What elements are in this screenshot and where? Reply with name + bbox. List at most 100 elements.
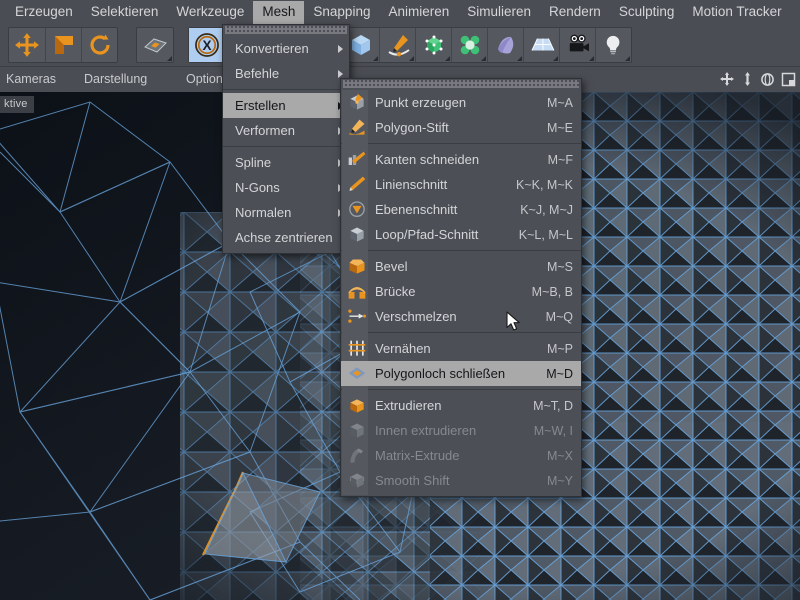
menubar-item-werkzeuge[interactable]: Werkzeuge bbox=[167, 1, 253, 24]
menubar-item-selektieren[interactable]: Selektieren bbox=[82, 1, 168, 24]
menu-item-matrix-extrude: Matrix-Extrude M~X bbox=[341, 443, 581, 468]
menu-item-loop-pfad-schnitt[interactable]: Loop/Pfad-Schnitt K~L, M~L bbox=[341, 222, 581, 247]
mesh-dropdown-menu[interactable]: Konvertieren Befehle Erstellen Verformen Spl… bbox=[222, 24, 350, 254]
menu-item-verschmelzen[interactable]: Verschmelzen M~Q bbox=[341, 304, 581, 329]
generator-button[interactable] bbox=[415, 28, 451, 62]
main-toolbar[interactable]: XY bbox=[0, 24, 800, 66]
menu-item-ebenenschnitt[interactable]: Ebenenschnitt K~J, M~J bbox=[341, 197, 581, 222]
menu-item-befehle[interactable]: Befehle bbox=[223, 61, 349, 86]
menubar-item-mograph[interactable]: MoGraph bbox=[791, 1, 800, 24]
main-menu-bar[interactable]: Erzeugen Selektieren Werkzeuge Mesh Snapping… bbox=[0, 0, 800, 24]
render-region-tools[interactable] bbox=[136, 27, 174, 63]
menu-item-shortcut: M~T, D bbox=[533, 398, 573, 413]
transform-tools[interactable] bbox=[8, 27, 118, 63]
extrude-inner-icon bbox=[345, 421, 369, 441]
menu-item-bevel[interactable]: Bevel M~S bbox=[341, 254, 581, 279]
extrude-icon bbox=[345, 396, 369, 416]
menubar-item-rendern[interactable]: Rendern bbox=[540, 1, 610, 24]
menu-item-shortcut: M~P bbox=[546, 341, 573, 356]
menubar-item-animieren[interactable]: Animieren bbox=[379, 1, 458, 24]
viewport-menu-kameras[interactable]: Kameras bbox=[6, 72, 56, 86]
stitch-sew-icon bbox=[345, 339, 369, 359]
menu-item-shortcut: K~L, M~L bbox=[518, 227, 573, 242]
weld-icon bbox=[348, 309, 366, 323]
menu-item-shortcut: M~F bbox=[547, 152, 573, 167]
menu-item-shortcut: M~E bbox=[546, 120, 573, 135]
bridge-icon bbox=[348, 286, 366, 299]
extrude-inner-icon bbox=[350, 423, 364, 438]
dolly-icon[interactable] bbox=[741, 71, 754, 87]
render-region-icon bbox=[144, 38, 167, 53]
menubar-item-mesh[interactable]: Mesh bbox=[253, 0, 305, 24]
scale-icon bbox=[54, 36, 73, 54]
menu-item-label: Achse zentrieren bbox=[235, 230, 333, 245]
menu-separator bbox=[341, 143, 581, 144]
menu-item-normalen[interactable]: Normalen bbox=[223, 200, 349, 225]
menu-item-kanten-schneiden[interactable]: Kanten schneiden M~F bbox=[341, 147, 581, 172]
menubar-item-motion-tracker[interactable]: Motion Tracker bbox=[683, 1, 790, 24]
menu-item-label: N-Gons bbox=[235, 180, 280, 195]
stitch-sew-icon bbox=[348, 340, 366, 356]
deformer-icon bbox=[460, 35, 479, 55]
menu-tearoff-handle[interactable] bbox=[343, 80, 579, 88]
menu-item-polygon-stift[interactable]: Polygon-Stift M~E bbox=[341, 115, 581, 140]
create-point-icon bbox=[345, 93, 369, 113]
viewport-navigation-icons[interactable] bbox=[719, 71, 796, 87]
pan-icon[interactable] bbox=[719, 71, 735, 87]
maximize-view-icon[interactable] bbox=[781, 72, 796, 87]
menu-item-label: Verformen bbox=[235, 123, 295, 138]
deformer-button[interactable] bbox=[451, 28, 487, 62]
menu-item-shortcut: M~X bbox=[546, 448, 573, 463]
menu-item-erstellen[interactable]: Erstellen bbox=[223, 93, 349, 118]
menu-item-verformen[interactable]: Verformen bbox=[223, 118, 349, 143]
camera-icon bbox=[569, 34, 589, 52]
menu-item-label: Bevel bbox=[375, 259, 408, 274]
menu-tearoff-handle[interactable] bbox=[225, 26, 347, 34]
menu-separator bbox=[341, 389, 581, 390]
menu-item-brucke[interactable]: Brücke M~B, B bbox=[341, 279, 581, 304]
render-region-button[interactable] bbox=[137, 28, 173, 62]
matrix-extrude-icon bbox=[350, 448, 363, 463]
menu-item-vernahen[interactable]: Vernähen M~P bbox=[341, 336, 581, 361]
menu-separator bbox=[341, 332, 581, 333]
scene-object-icon bbox=[497, 36, 513, 54]
menu-item-label: Polygon-Stift bbox=[375, 120, 449, 135]
menu-separator bbox=[223, 146, 349, 147]
menu-item-shortcut: M~S bbox=[546, 259, 573, 274]
menu-item-polygonloch-schliessen[interactable]: Polygonloch schließen M~D bbox=[341, 361, 581, 386]
weld-icon bbox=[345, 307, 369, 327]
object-tools[interactable] bbox=[342, 27, 632, 63]
menu-item-label: Erstellen bbox=[235, 98, 286, 113]
viewport-menu-darstellung[interactable]: Darstellung bbox=[84, 72, 147, 86]
erstellen-submenu[interactable]: Punkt erzeugen M~A Polygon-Stift M~E Kanten … bbox=[340, 78, 582, 497]
menu-item-achse-zentrieren[interactable]: Achse zentrieren bbox=[223, 225, 349, 250]
knife-edge-icon bbox=[348, 151, 366, 165]
menu-item-extrudieren[interactable]: Extrudieren M~T, D bbox=[341, 393, 581, 418]
menu-item-spline[interactable]: Spline bbox=[223, 150, 349, 175]
scale-button[interactable] bbox=[45, 28, 81, 62]
menu-item-label: Vernähen bbox=[375, 341, 431, 356]
menu-item-n-gons[interactable]: N-Gons bbox=[223, 175, 349, 200]
spline-pen-button[interactable] bbox=[379, 28, 415, 62]
axis-x-button[interactable]: X bbox=[189, 28, 225, 62]
spline-pen-icon bbox=[387, 35, 410, 57]
menu-item-linienschnitt[interactable]: Linienschnitt K~K, M~K bbox=[341, 172, 581, 197]
menubar-item-snapping[interactable]: Snapping bbox=[304, 1, 379, 24]
menubar-item-erzeugen[interactable]: Erzeugen bbox=[6, 1, 82, 24]
menu-item-label: Innen extrudieren bbox=[375, 423, 477, 438]
menubar-item-simulieren[interactable]: Simulieren bbox=[458, 1, 540, 24]
move-icon bbox=[15, 33, 39, 57]
scene-object-button[interactable] bbox=[487, 28, 523, 62]
matrix-extrude-icon bbox=[345, 446, 369, 466]
move-button[interactable] bbox=[9, 28, 45, 62]
menu-item-label: Normalen bbox=[235, 205, 292, 220]
camera-button[interactable] bbox=[559, 28, 595, 62]
menu-item-punkt-erzeugen[interactable]: Punkt erzeugen M~A bbox=[341, 90, 581, 115]
rotate-button[interactable] bbox=[81, 28, 117, 62]
menubar-item-sculpting[interactable]: Sculpting bbox=[610, 1, 684, 24]
axis-x-icon: X bbox=[195, 33, 219, 57]
menu-item-konvertieren[interactable]: Konvertieren bbox=[223, 36, 349, 61]
light-button[interactable] bbox=[595, 28, 631, 62]
floor-grid-button[interactable] bbox=[523, 28, 559, 62]
rotate-view-icon[interactable] bbox=[760, 72, 775, 87]
